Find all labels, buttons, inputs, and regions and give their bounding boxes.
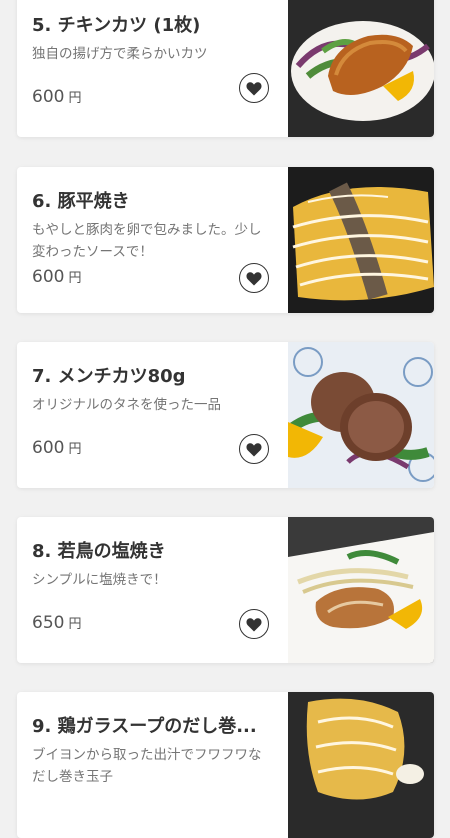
menu-card-dashimaki[interactable]: 9. 鶏ガラスープのだし巻... ブイヨンから取った出汁でフワフワなだし巻き玉子 — [17, 692, 434, 838]
menu-item-price: 600 円 — [32, 438, 81, 458]
favorite-button[interactable] — [239, 434, 269, 464]
menu-item-description: シンプルに塩焼きで！ — [32, 572, 167, 588]
dashimaki-photo — [288, 692, 434, 838]
menu-item-price: 600 円 — [32, 87, 81, 107]
shioyaki-photo — [288, 517, 434, 663]
favorite-button[interactable] — [239, 73, 269, 103]
heart-icon — [246, 81, 262, 96]
menu-item-title: 7. メンチカツ80g — [32, 366, 186, 387]
price-value: 600 — [32, 267, 65, 287]
price-value: 600 — [32, 87, 65, 107]
price-currency: 円 — [68, 271, 82, 286]
menu-item-description: もやしと豚肉を卵で包みました。少し変わったソースで！ — [32, 222, 262, 260]
menu-card-shioyaki[interactable]: 8. 若鳥の塩焼き シンプルに塩焼きで！ 650 円 — [17, 517, 434, 663]
menu-item-title: 5. チキンカツ (1枚) — [32, 15, 201, 36]
heart-icon — [246, 442, 262, 457]
tonpeiyaki-photo — [288, 167, 434, 313]
heart-icon — [246, 271, 262, 286]
price-value: 650 — [32, 613, 65, 633]
menu-card-chicken-katsu[interactable]: 5. チキンカツ (1枚) 独自の揚げ方で柔らかいカツ 600 円 — [17, 0, 434, 137]
menu-card-tonpeiyaki[interactable]: 6. 豚平焼き もやしと豚肉を卵で包みました。少し変わったソースで！ 600 円 — [17, 167, 434, 313]
menu-item-description: オリジナルのタネを使った一品 — [32, 397, 221, 413]
menu-item-title: 8. 若鳥の塩焼き — [32, 541, 166, 562]
price-currency: 円 — [68, 442, 82, 457]
menu-item-price: 650 円 — [32, 613, 81, 633]
heart-icon — [246, 617, 262, 632]
menu-item-title: 9. 鶏ガラスープのだし巻... — [32, 716, 257, 737]
favorite-button[interactable] — [239, 609, 269, 639]
menu-item-description: ブイヨンから取った出汁でフワフワなだし巻き玉子 — [32, 747, 262, 785]
menu-item-description: 独自の揚げ方で柔らかいカツ — [32, 46, 208, 62]
menu-item-price: 600 円 — [32, 267, 81, 287]
menu-card-info: 6. 豚平焼き もやしと豚肉を卵で包みました。少し変わったソースで！ 600 円 — [17, 167, 288, 313]
menu-card-info: 8. 若鳥の塩焼き シンプルに塩焼きで！ 650 円 — [17, 517, 288, 663]
chicken-katsu-photo — [288, 0, 434, 137]
price-currency: 円 — [68, 91, 82, 106]
menchi-katsu-photo — [288, 342, 434, 488]
menu-card-info: 9. 鶏ガラスープのだし巻... ブイヨンから取った出汁でフワフワなだし巻き玉子 — [17, 692, 288, 838]
price-currency: 円 — [68, 617, 82, 632]
price-value: 600 — [32, 438, 65, 458]
menu-card-info: 7. メンチカツ80g オリジナルのタネを使った一品 600 円 — [17, 342, 288, 488]
menu-item-title: 6. 豚平焼き — [32, 191, 130, 212]
menu-card-menchi-katsu[interactable]: 7. メンチカツ80g オリジナルのタネを使った一品 600 円 — [17, 342, 434, 488]
favorite-button[interactable] — [239, 263, 269, 293]
menu-card-info: 5. チキンカツ (1枚) 独自の揚げ方で柔らかいカツ 600 円 — [17, 0, 288, 137]
